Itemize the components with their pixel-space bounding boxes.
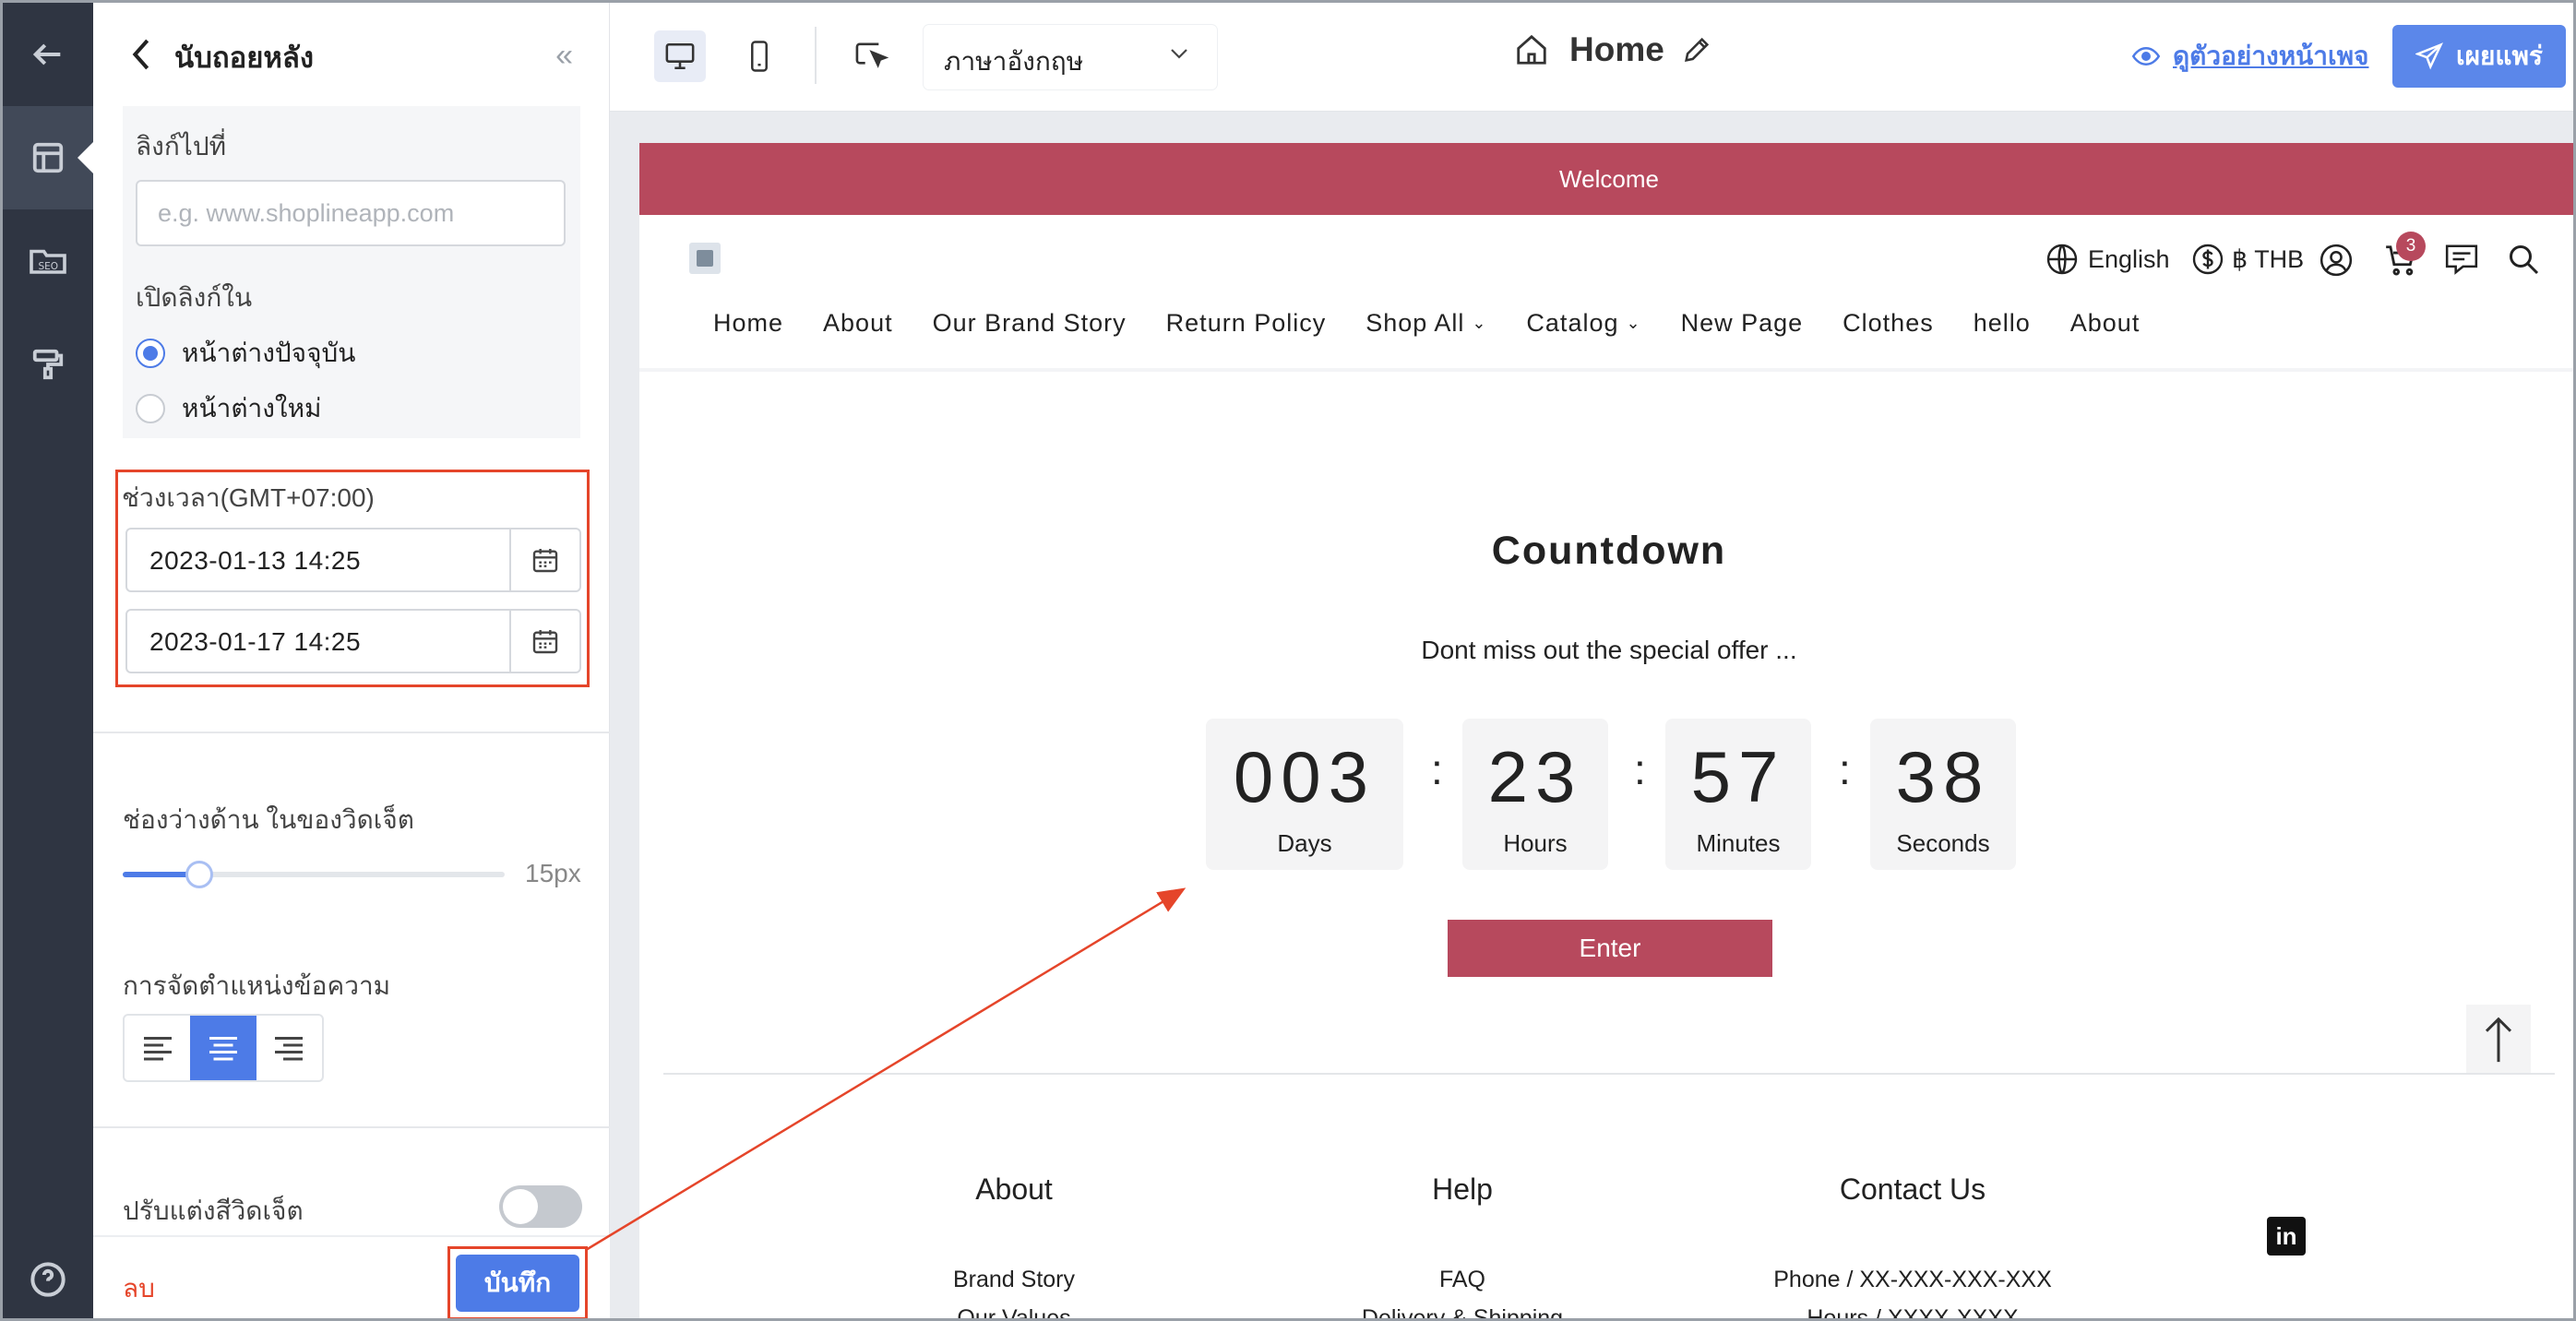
editor-window: SEO นับถอยหลัง « ลิงก์ไปที่ e.g. www.sho…	[0, 0, 2576, 1321]
annotation-arrow	[585, 887, 1187, 1252]
